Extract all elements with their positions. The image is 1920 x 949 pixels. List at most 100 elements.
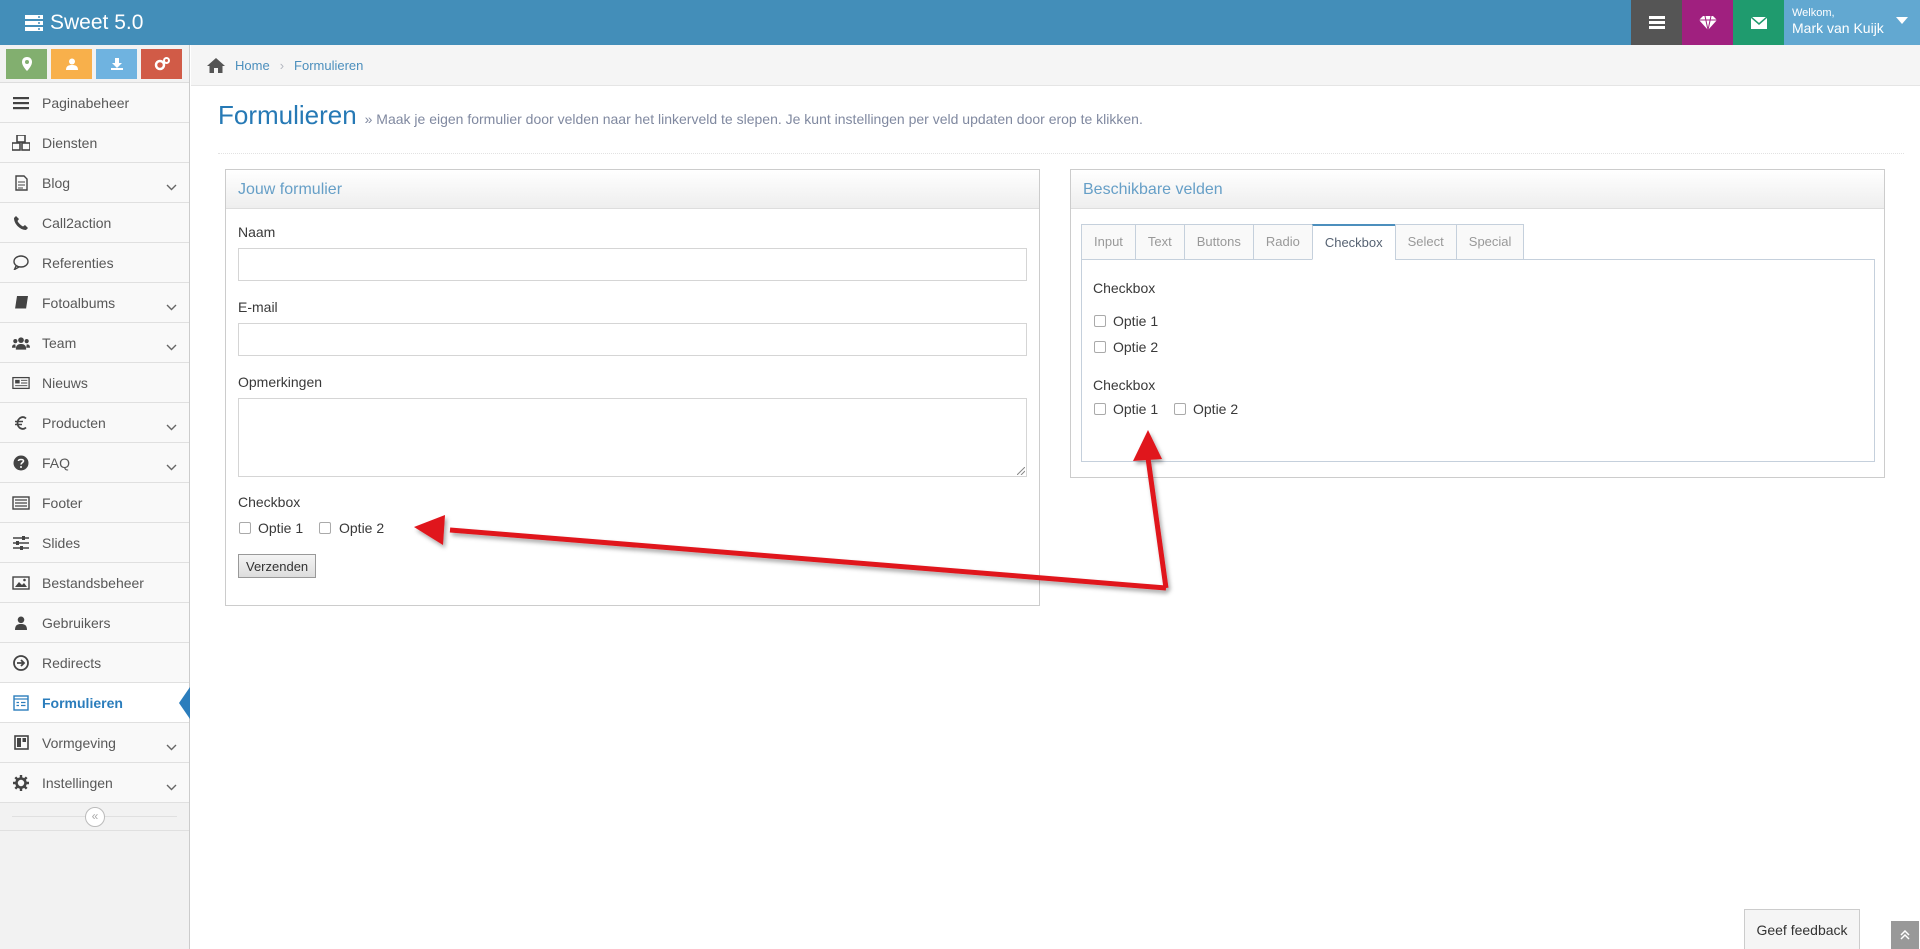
collapse-sidebar-button[interactable]: « [85, 807, 105, 827]
inline-option2-label: Optie 2 [1193, 401, 1239, 417]
top-navbar: Sweet 5.0 Welkom, Mark van Kuijk [0, 0, 1920, 45]
map-marker-icon [21, 57, 32, 71]
shortcut-user-button[interactable] [51, 49, 92, 79]
tab-checkbox[interactable]: Checkbox [1311, 224, 1395, 260]
chevron-down-icon [166, 778, 177, 794]
email-label[interactable]: E-mail [238, 299, 278, 315]
checkbox-field-vertical-label[interactable]: Checkbox [1093, 280, 1155, 296]
feedback-button[interactable]: Geef feedback [1744, 909, 1860, 949]
sidebar-item-vormgeving[interactable]: Vormgeving [0, 723, 189, 763]
sidebar-item-label: Redirects [42, 654, 102, 671]
sidebar-item-label: Nieuws [42, 374, 88, 391]
sidebar-item-diensten[interactable]: Diensten [0, 123, 189, 163]
sidebar-item-label: Fotoalbums [42, 294, 116, 311]
checkbox-field-inline-label[interactable]: Checkbox [1093, 377, 1155, 393]
sidebar-item-label: Formulieren [42, 694, 123, 711]
name-input[interactable] [238, 248, 1027, 281]
cogs-icon [154, 57, 170, 71]
chevron-down-icon [166, 418, 177, 434]
submit-button[interactable]: Verzenden [238, 554, 317, 578]
caret-down-icon [1896, 17, 1908, 24]
brand[interactable]: Sweet 5.0 [24, 0, 143, 45]
tasks-button[interactable] [1631, 0, 1682, 45]
breadcrumb-separator: › [279, 57, 285, 73]
remarks-label[interactable]: Opmerkingen [238, 374, 322, 390]
checkbox-group-label[interactable]: Checkbox [238, 494, 300, 510]
shortcut-location-button[interactable] [6, 49, 47, 79]
sidebar-item-label: Instellingen [42, 774, 113, 791]
sidebar-item-formulieren[interactable]: Formulieren [0, 683, 190, 723]
users-icon [12, 334, 30, 352]
sidebar-item-gebruikers[interactable]: Gebruikers [0, 603, 189, 643]
server-icon [25, 14, 43, 31]
sidebar-shortcuts [0, 45, 189, 83]
sidebar-item-label: Call2action [42, 214, 112, 231]
sidebar-item-footer[interactable]: Footer [0, 483, 189, 523]
remarks-textarea[interactable] [238, 398, 1027, 477]
notifications-button[interactable] [1682, 0, 1733, 45]
sidebar-item-label: Footer [42, 494, 83, 511]
chevron-down-icon [166, 178, 177, 194]
sidebar-item-label: Blog [42, 174, 71, 191]
sidebar-nav: Paginabeheer Diensten Blog Call2action Refer… [0, 83, 190, 803]
sidebar-item-label: Team [42, 334, 77, 351]
sidebar-item-blog[interactable]: Blog [0, 163, 189, 203]
inline-option2-checkbox[interactable] [1174, 403, 1186, 415]
question-icon [12, 454, 30, 472]
messages-button[interactable] [1733, 0, 1784, 45]
page-title: Formulieren [218, 100, 357, 130]
name-label[interactable]: Naam [238, 224, 275, 240]
tab-buttons[interactable]: Buttons [1183, 224, 1253, 260]
euro-icon [12, 414, 30, 432]
sidebar-item-producten[interactable]: Producten [0, 403, 189, 443]
form-builder-panel: Jouw formulier Naam E-mail Opmerkingen C… [225, 169, 1040, 606]
tab-text[interactable]: Text [1134, 224, 1184, 260]
chevron-down-icon [166, 738, 177, 754]
cubes-icon [12, 134, 30, 152]
option1-checkbox[interactable] [239, 522, 251, 534]
scroll-top-button[interactable] [1891, 921, 1919, 949]
shortcut-download-button[interactable] [96, 49, 137, 79]
tab-special[interactable]: Special [1455, 224, 1525, 260]
sidebar-item-paginabeheer[interactable]: Paginabeheer [0, 83, 189, 123]
vertical-option2-label: Optie 2 [1113, 339, 1159, 355]
sliders-icon [12, 534, 30, 552]
inline-option1-checkbox[interactable] [1094, 403, 1106, 415]
tab-select[interactable]: Select [1394, 224, 1456, 260]
sidebar-item-slides[interactable]: Slides [0, 523, 189, 563]
phone-icon [12, 214, 30, 232]
sidebar-item-bestandsbeheer[interactable]: Bestandsbeheer [0, 563, 189, 603]
sidebar-item-redirects[interactable]: Redirects [0, 643, 189, 683]
form-icon [12, 694, 30, 712]
resize-handle-icon[interactable] [1017, 467, 1025, 475]
vertical-option2-checkbox[interactable] [1094, 341, 1106, 353]
double-angle-up-icon [1900, 930, 1910, 940]
breadcrumb-home-link[interactable]: Home [235, 58, 270, 73]
breadcrumb: Home › Formulieren [191, 45, 1920, 86]
sidebar-item-call2action[interactable]: Call2action [0, 203, 189, 243]
diamond-icon [1698, 15, 1717, 30]
sidebar-item-fotoalbums[interactable]: Fotoalbums [0, 283, 189, 323]
available-fields-panel: Beschikbare velden Input Text Buttons Radio… [1070, 169, 1885, 478]
download-icon [110, 58, 123, 70]
sidebar-item-instellingen[interactable]: Instellingen [0, 763, 189, 803]
available-fields-title: Beschikbare velden [1071, 170, 1884, 209]
inline-option1-label: Optie 1 [1113, 401, 1159, 417]
option2-checkbox[interactable] [319, 522, 331, 534]
user-menu[interactable]: Welkom, Mark van Kuijk [1784, 0, 1920, 45]
tab-radio[interactable]: Radio [1252, 224, 1312, 260]
tab-input[interactable]: Input [1081, 224, 1135, 260]
email-input[interactable] [238, 323, 1027, 356]
sidebar: Paginabeheer Diensten Blog Call2action Refer… [0, 45, 190, 949]
breadcrumb-current-link[interactable]: Formulieren [294, 58, 363, 73]
vertical-option1-checkbox[interactable] [1094, 315, 1106, 327]
chevron-down-icon [166, 298, 177, 314]
page-subtitle: » Maak je eigen formulier door velden na… [364, 111, 1143, 127]
sidebar-item-team[interactable]: Team [0, 323, 189, 363]
shortcut-settings-button[interactable] [141, 49, 182, 79]
sidebar-item-nieuws[interactable]: Nieuws [0, 363, 189, 403]
sidebar-item-faq[interactable]: FAQ [0, 443, 189, 483]
checkbox-tab-content: Checkbox Optie 1 Optie 2 Checkbox Optie … [1081, 259, 1875, 462]
arrow-circle-icon [12, 654, 30, 672]
sidebar-item-referenties[interactable]: Referenties [0, 243, 189, 283]
